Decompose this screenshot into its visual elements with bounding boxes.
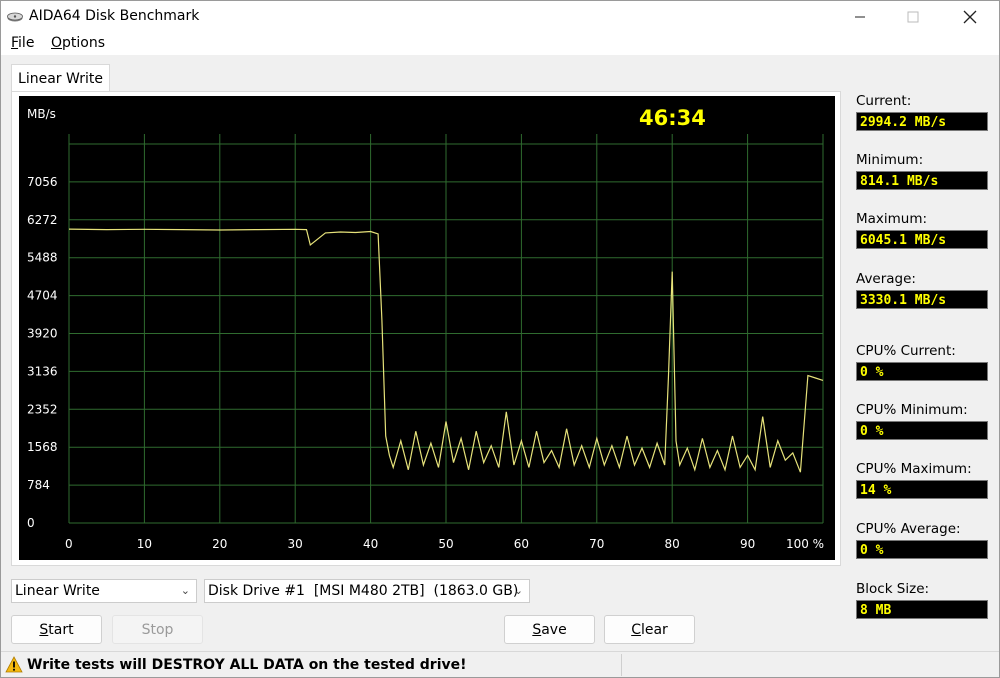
stat-value: 3330.1 MB/s	[856, 290, 988, 309]
warning-icon	[5, 656, 23, 673]
status-bar: Write tests will DESTROY ALL DATA on the…	[1, 651, 999, 677]
x-tick-label: 90	[740, 537, 755, 551]
stat-label: Block Size:	[856, 581, 930, 597]
y-tick-label: 3920	[27, 327, 58, 341]
x-tick-label: 30	[288, 537, 303, 551]
disk-app-icon	[7, 12, 23, 22]
x-tick-label: 0	[65, 537, 73, 551]
y-tick-label: 2352	[27, 402, 58, 416]
menu-bar: File Options	[1, 33, 999, 55]
elapsed-time: 46:34	[639, 106, 706, 130]
y-tick-label: 784	[27, 478, 50, 492]
menu-file[interactable]: File	[11, 35, 34, 51]
y-tick-label: 4704	[27, 289, 58, 303]
stat-value: 0 %	[856, 421, 988, 440]
stat-value: 0 %	[856, 362, 988, 381]
stat-label: Average:	[856, 271, 916, 287]
y-tick-label: 1568	[27, 440, 58, 454]
minimize-button[interactable]	[837, 1, 883, 33]
x-tick-label: 100 %	[786, 537, 824, 551]
y-tick-label: 7056	[27, 175, 58, 189]
benchmark-chart: MB/s 7056 6272 5488 4704 3920 3136 2352 1568 784 0…	[19, 96, 835, 560]
drive-value: Disk Drive #1 [MSI M480 2TB] (1863.0 GB)	[208, 583, 519, 599]
stat-value: 0 %	[856, 540, 988, 559]
x-tick-label: 10	[137, 537, 152, 551]
close-icon	[963, 10, 977, 24]
chevron-down-icon: ⌄	[513, 584, 523, 597]
stat-value: 814.1 MB/s	[856, 171, 988, 190]
stat-value: 14 %	[856, 480, 988, 499]
y-axis-unit-label: MB/s	[27, 107, 56, 121]
stat-value: 6045.1 MB/s	[856, 230, 988, 249]
title-bar[interactable]: AIDA64 Disk Benchmark	[1, 1, 999, 33]
maximize-button	[890, 1, 936, 33]
tab-linear-write[interactable]: Linear Write	[11, 64, 110, 92]
status-separator	[621, 654, 622, 676]
stat-label: CPU% Maximum:	[856, 461, 972, 477]
stat-label: Maximum:	[856, 211, 928, 227]
close-button[interactable]	[947, 1, 993, 33]
save-button[interactable]: Save	[504, 615, 595, 644]
minimize-icon	[855, 16, 865, 18]
stat-label: Minimum:	[856, 152, 924, 168]
x-tick-label: 50	[438, 537, 453, 551]
drive-select[interactable]: Disk Drive #1 [MSI M480 2TB] (1863.0 GB)…	[204, 579, 530, 603]
warning-message: Write tests will DESTROY ALL DATA on the…	[27, 657, 467, 673]
x-tick-label: 20	[212, 537, 227, 551]
chart-svg: MB/s 7056 6272 5488 4704 3920 3136 2352 1568 784 0…	[27, 107, 824, 551]
stat-value: 2994.2 MB/s	[856, 112, 988, 131]
x-tick-label: 80	[665, 537, 680, 551]
menu-options[interactable]: Options	[51, 35, 105, 51]
y-tick-label: 0	[27, 516, 35, 530]
window-title: AIDA64 Disk Benchmark	[29, 8, 200, 24]
y-tick-label: 5488	[27, 251, 58, 265]
stop-button[interactable]: Stop	[112, 615, 203, 644]
app-window: AIDA64 Disk Benchmark File Options Linea…	[0, 0, 1000, 678]
y-tick-label: 3136	[27, 364, 58, 378]
x-tick-label: 70	[589, 537, 604, 551]
test-type-value: Linear Write	[15, 583, 100, 599]
x-tick-label: 40	[363, 537, 378, 551]
x-tick-label: 60	[514, 537, 529, 551]
stat-label: Current:	[856, 93, 912, 109]
clear-button[interactable]: Clear	[604, 615, 695, 644]
stat-value: 8 MB	[856, 600, 988, 619]
test-type-select[interactable]: Linear Write ⌄	[11, 579, 197, 603]
chevron-down-icon: ⌄	[180, 584, 190, 597]
start-button[interactable]: Start	[11, 615, 102, 644]
stat-label: CPU% Average:	[856, 521, 961, 537]
stat-label: CPU% Current:	[856, 343, 956, 359]
stat-label: CPU% Minimum:	[856, 402, 968, 418]
y-tick-label: 6272	[27, 213, 58, 227]
maximize-icon	[907, 11, 919, 23]
